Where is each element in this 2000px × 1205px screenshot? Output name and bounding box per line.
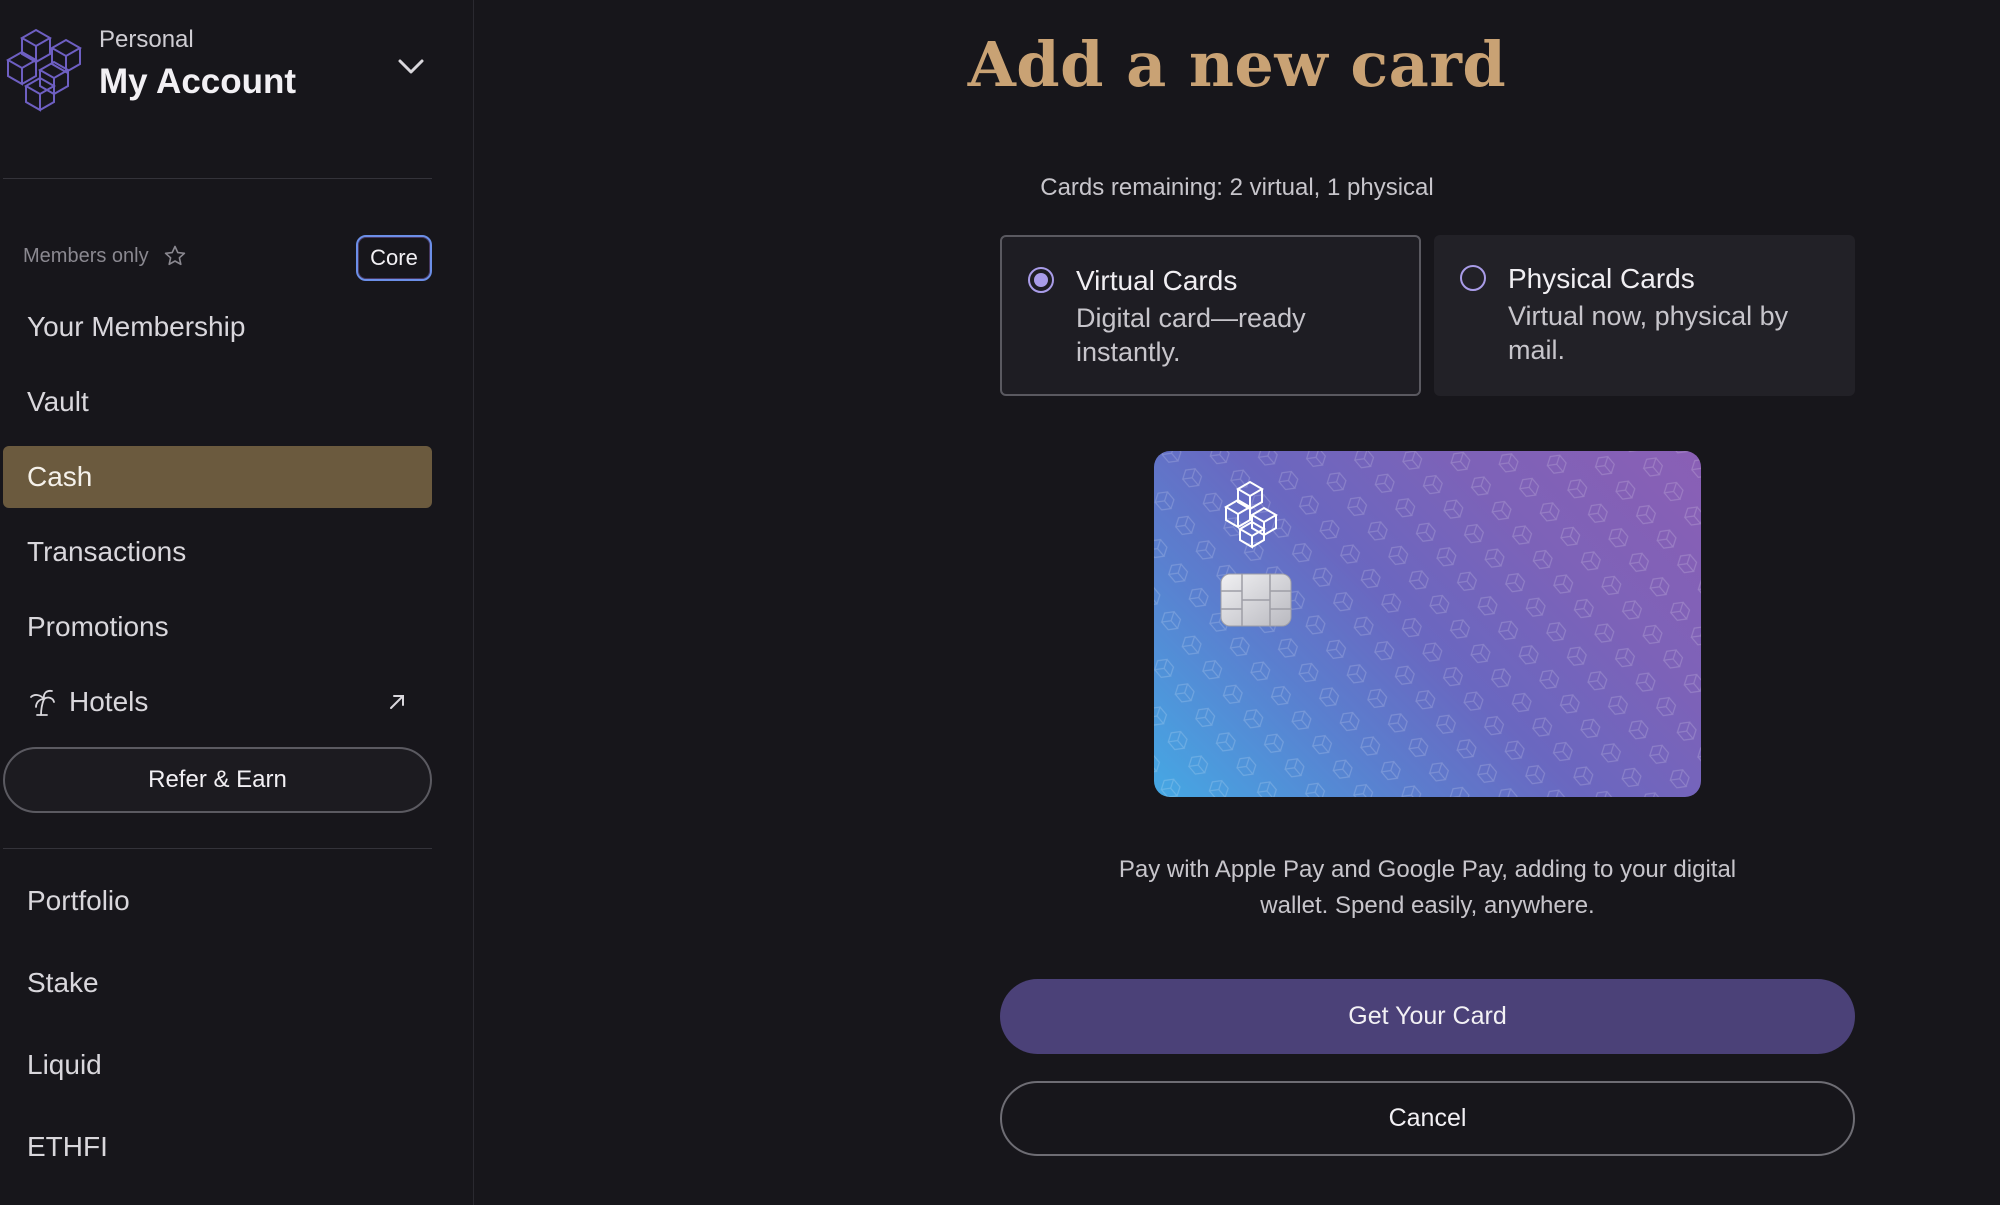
external-arrow-icon xyxy=(390,695,404,709)
sidebar-item-label: Portfolio xyxy=(27,885,130,916)
account-switcher[interactable]: Personal My Account xyxy=(0,0,474,178)
sidebar-item-label: Vault xyxy=(27,386,89,417)
sidebar-divider xyxy=(3,848,432,849)
star-icon xyxy=(164,245,185,266)
card-description: Pay with Apple Pay and Google Pay, addin… xyxy=(1118,856,1737,919)
tier-badge[interactable]: Core xyxy=(356,235,432,281)
sidebar-item-transactions[interactable]: Transactions xyxy=(3,521,432,583)
sidebar-item-vault[interactable]: Vault xyxy=(3,371,432,433)
sidebar-item-stake[interactable]: Stake xyxy=(3,952,432,1014)
sidebar-item-ethfi[interactable]: ETHFI xyxy=(3,1116,432,1178)
get-your-card-button[interactable]: Get Your Card xyxy=(1000,979,1855,1054)
sidebar-item-label: Cash xyxy=(27,461,93,492)
sidebar-item-label: Hotels xyxy=(69,686,149,717)
option-title: Virtual Cards xyxy=(1076,265,1238,296)
sidebar-item-label: Your Membership xyxy=(27,311,246,342)
sidebar-item-your-membership[interactable]: Your Membership xyxy=(3,296,432,358)
account-type: Personal xyxy=(99,26,194,53)
option-description: Virtual now, physical by mail. xyxy=(1508,301,1789,365)
sidebar-item-label: ETHFI xyxy=(27,1131,108,1162)
sidebar-item-label: Promotions xyxy=(27,611,169,642)
page-title: Add a new card xyxy=(967,28,1507,101)
sidebar: Personal My Account Members only Core Yo… xyxy=(0,0,474,1205)
card-logo-icon xyxy=(1224,480,1278,549)
cards-remaining: Cards remaining: 2 virtual, 1 physical xyxy=(1040,174,1434,201)
sidebar-divider xyxy=(3,178,432,179)
sidebar-item-label: Transactions xyxy=(27,536,187,567)
members-only-text: Members only xyxy=(23,244,149,267)
sidebar-item-portfolio[interactable]: Portfolio xyxy=(3,870,432,932)
account-name: My Account xyxy=(99,62,297,101)
option-title: Physical Cards xyxy=(1508,263,1695,294)
card-preview xyxy=(1154,451,1701,797)
physical-cards-radio[interactable] xyxy=(1460,265,1486,291)
sidebar-item-promotions[interactable]: Promotions xyxy=(3,596,432,658)
palm-tree-icon xyxy=(30,689,55,716)
physical-cards-option[interactable]: Physical Cards Virtual now, physical by … xyxy=(1434,235,1855,396)
sidebar-item-hotels[interactable]: Hotels xyxy=(3,671,432,733)
virtual-cards-radio[interactable] xyxy=(1028,267,1054,293)
app: Personal My Account Members only Core Yo… xyxy=(0,0,2000,1205)
refer-and-earn-button[interactable]: Refer & Earn xyxy=(3,747,432,813)
sidebar-item-cash[interactable]: Cash xyxy=(3,446,432,508)
card-chip-icon xyxy=(1220,573,1292,627)
sidebar-item-label: Stake xyxy=(27,967,99,998)
virtual-cards-option[interactable]: Virtual Cards Digital card—ready instant… xyxy=(1000,235,1421,396)
cancel-button[interactable]: Cancel xyxy=(1000,1081,1855,1156)
sidebar-item-liquid[interactable]: Liquid xyxy=(3,1034,432,1096)
members-only-label: Members only xyxy=(23,244,187,268)
option-description: Digital card—ready instantly. xyxy=(1076,303,1306,367)
sidebar-item-label: Liquid xyxy=(27,1049,102,1080)
chevron-down-icon[interactable] xyxy=(396,56,426,78)
cube-chain-logo-icon xyxy=(5,28,83,112)
